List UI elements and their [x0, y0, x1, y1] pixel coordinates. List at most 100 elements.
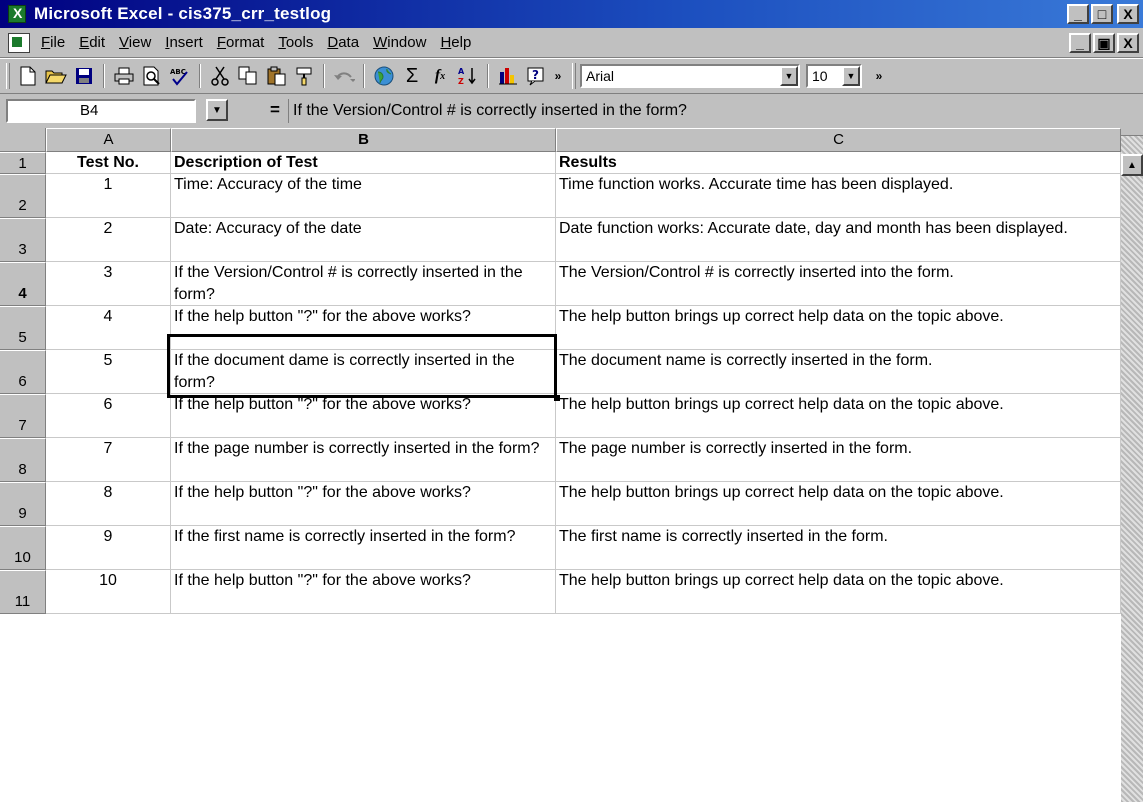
cell-a10[interactable]: 9 [46, 526, 171, 570]
menu-data[interactable]: Data [320, 28, 366, 58]
cell-a11[interactable]: 10 [46, 570, 171, 614]
format-painter-icon[interactable] [291, 63, 317, 89]
cell-a7[interactable]: 6 [46, 394, 171, 438]
row-header[interactable]: 4 [0, 262, 46, 306]
split-box[interactable] [1121, 128, 1143, 136]
cell-b8[interactable]: If the page number is correctly inserted… [171, 438, 556, 482]
cell-a1[interactable]: Test No. [46, 152, 171, 174]
cell-b6[interactable]: If the document dame is correctly insert… [171, 350, 556, 394]
row-header[interactable]: 1 [0, 152, 46, 174]
web-icon[interactable] [371, 63, 397, 89]
excel-app-icon[interactable] [8, 5, 26, 23]
menu-window[interactable]: Window [366, 28, 433, 58]
font-name-select[interactable]: Arial ▼ [580, 64, 800, 88]
print-preview-icon[interactable] [139, 63, 165, 89]
cell-c6[interactable]: The document name is correctly inserted … [556, 350, 1121, 394]
cell-b10[interactable]: If the first name is correctly inserted … [171, 526, 556, 570]
chevron-down-icon[interactable]: ▼ [842, 66, 860, 86]
cell-c2[interactable]: Time function works. Accurate time has b… [556, 174, 1121, 218]
cell-c5[interactable]: The help button brings up correct help d… [556, 306, 1121, 350]
chart-wizard-icon[interactable] [495, 63, 521, 89]
chevron-down-icon[interactable]: ▼ [206, 99, 228, 121]
open-icon[interactable] [43, 63, 69, 89]
save-icon[interactable] [71, 63, 97, 89]
cell-a6[interactable]: 5 [46, 350, 171, 394]
row-header[interactable]: 11 [0, 570, 46, 614]
row-header[interactable]: 7 [0, 394, 46, 438]
row-header[interactable]: 9 [0, 482, 46, 526]
cell-c8[interactable]: The page number is correctly inserted in… [556, 438, 1121, 482]
toolbar-grip[interactable] [6, 63, 10, 89]
row-header[interactable]: 5 [0, 306, 46, 350]
menu-insert[interactable]: Insert [158, 28, 210, 58]
undo-icon[interactable] [331, 63, 357, 89]
spelling-icon[interactable]: ABC [167, 63, 193, 89]
row-header[interactable]: 2 [0, 174, 46, 218]
cut-icon[interactable] [207, 63, 233, 89]
more-buttons-icon[interactable]: » [551, 63, 565, 89]
menu-edit[interactable]: Edit [72, 28, 112, 58]
maximize-button[interactable]: □ [1091, 4, 1113, 24]
chevron-down-icon[interactable]: ▼ [780, 66, 798, 86]
menu-file[interactable]: File [34, 28, 72, 58]
cell-b2[interactable]: Time: Accuracy of the time [171, 174, 556, 218]
cell-c3[interactable]: Date function works: Accurate date, day … [556, 218, 1121, 262]
scroll-up-icon[interactable]: ▲ [1121, 154, 1143, 176]
row-header[interactable]: 6 [0, 350, 46, 394]
menu-help[interactable]: Help [433, 28, 478, 58]
menu-format[interactable]: Format [210, 28, 272, 58]
column-header-b[interactable]: B [171, 128, 556, 152]
cell-a2[interactable]: 1 [46, 174, 171, 218]
cell-a9[interactable]: 8 [46, 482, 171, 526]
autosum-icon[interactable]: Σ [399, 63, 425, 89]
workbook-icon[interactable] [8, 32, 30, 53]
row-header[interactable]: 3 [0, 218, 46, 262]
workbook-close-button[interactable]: X [1117, 33, 1139, 53]
menu-view[interactable]: View [112, 28, 158, 58]
column-header-a[interactable]: A [46, 128, 171, 152]
standard-toolbar: ABC Σ fx AZ ? » Arial ▼ 10 ▼ » [0, 58, 1143, 94]
cell-b5[interactable]: If the help button "?" for the above wor… [171, 306, 556, 350]
name-box[interactable]: B4 [6, 99, 196, 123]
paste-icon[interactable] [263, 63, 289, 89]
toolbar-grip[interactable] [572, 63, 576, 89]
formula-input[interactable]: If the Version/Control # is correctly in… [288, 99, 1138, 123]
menu-tools[interactable]: Tools [271, 28, 320, 58]
vertical-scrollbar[interactable]: ▲ [1121, 128, 1143, 802]
cell-c11[interactable]: The help button brings up correct help d… [556, 570, 1121, 614]
cell-b9[interactable]: If the help button "?" for the above wor… [171, 482, 556, 526]
cell-c10[interactable]: The first name is correctly inserted in … [556, 526, 1121, 570]
more-buttons-icon[interactable]: » [872, 63, 886, 89]
row-header[interactable]: 10 [0, 526, 46, 570]
cell-b1[interactable]: Description of Test [171, 152, 556, 174]
close-button[interactable]: X [1117, 4, 1139, 24]
row-header[interactable]: 8 [0, 438, 46, 482]
cell-b11[interactable]: If the help button "?" for the above wor… [171, 570, 556, 614]
cell-b4[interactable]: If the Version/Control # is correctly in… [171, 262, 556, 306]
minimize-button[interactable]: _ [1067, 4, 1089, 24]
cell-a8[interactable]: 7 [46, 438, 171, 482]
print-icon[interactable] [111, 63, 137, 89]
column-header-c[interactable]: C [556, 128, 1121, 152]
cell-b3[interactable]: Date: Accuracy of the date [171, 218, 556, 262]
cell-a4[interactable]: 3 [46, 262, 171, 306]
cell-a3[interactable]: 2 [46, 218, 171, 262]
copy-icon[interactable] [235, 63, 261, 89]
font-size-select[interactable]: 10 ▼ [806, 64, 862, 88]
svg-text:?: ? [532, 68, 539, 82]
new-icon[interactable] [15, 63, 41, 89]
cell-a5[interactable]: 4 [46, 306, 171, 350]
cell-c9[interactable]: The help button brings up correct help d… [556, 482, 1121, 526]
toolbar-separator [103, 64, 105, 88]
help-icon[interactable]: ? [523, 63, 549, 89]
equals-sign[interactable]: = [270, 100, 280, 120]
workbook-restore-button[interactable]: ▣ [1093, 33, 1115, 53]
cell-c4[interactable]: The Version/Control # is correctly inser… [556, 262, 1121, 306]
function-icon[interactable]: fx [427, 63, 453, 89]
cell-c7[interactable]: The help button brings up correct help d… [556, 394, 1121, 438]
cell-b7[interactable]: If the help button "?" for the above wor… [171, 394, 556, 438]
select-all-corner[interactable] [0, 128, 46, 152]
sort-ascending-icon[interactable]: AZ [455, 63, 481, 89]
workbook-minimize-button[interactable]: _ [1069, 33, 1091, 53]
cell-c1[interactable]: Results [556, 152, 1121, 174]
